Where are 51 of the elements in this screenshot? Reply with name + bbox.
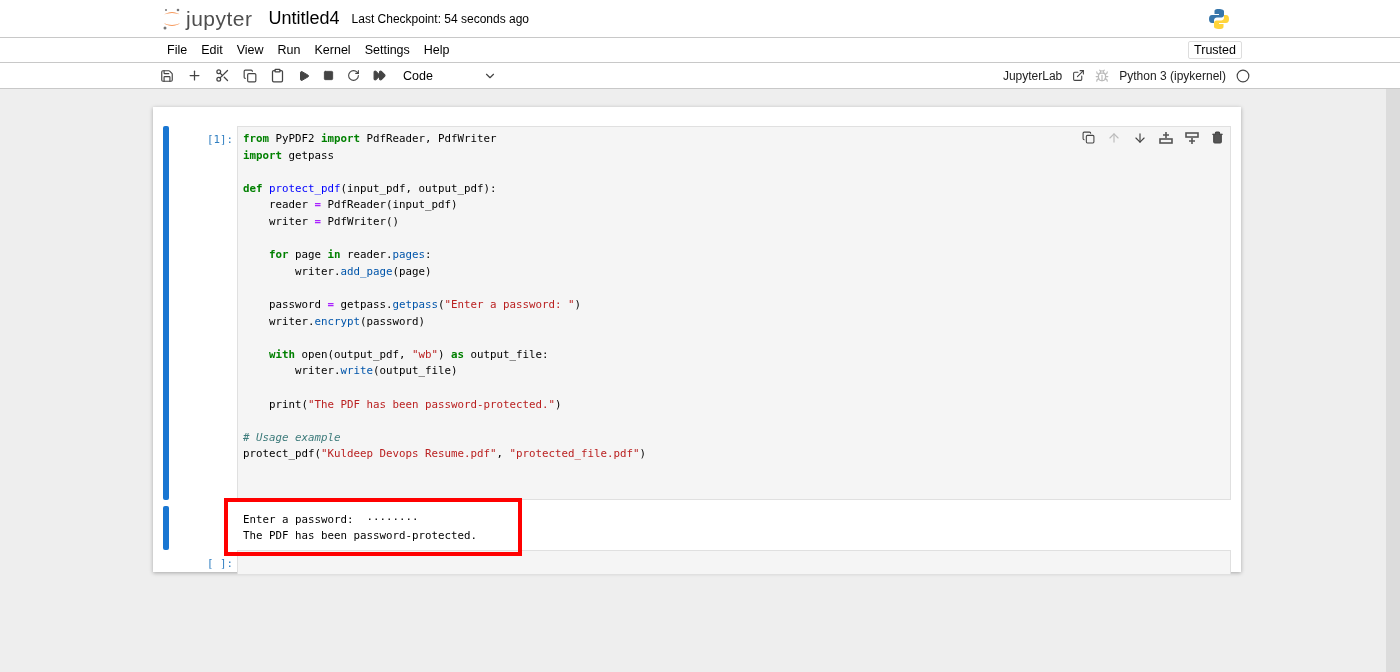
scissors-icon[interactable] xyxy=(215,68,230,83)
python-logo-icon xyxy=(1208,7,1230,30)
save-icon[interactable] xyxy=(160,68,174,83)
code-line: writer.add_page(page) xyxy=(294,263,432,280)
kernel-name[interactable]: Python 3 (ipykernel) xyxy=(1119,68,1226,83)
output-line: The PDF has been password-protected. xyxy=(243,528,478,545)
code-line: reader = PdfReader(input_pdf) xyxy=(268,197,458,214)
code-line: import getpass xyxy=(243,147,335,164)
code-cell-input[interactable] xyxy=(237,550,1231,576)
code-cell-input[interactable] xyxy=(237,126,1231,501)
notebook-title[interactable]: Untitled4 xyxy=(268,8,340,29)
code-line: writer = PdfWriter() xyxy=(268,213,400,230)
jupyter-logo-icon xyxy=(162,6,182,31)
trash-icon[interactable] xyxy=(1211,131,1224,145)
external-link-icon[interactable] xyxy=(1072,69,1086,82)
jupyterlab-link[interactable]: JupyterLab xyxy=(1002,68,1063,83)
code-line: writer.encrypt(password) xyxy=(268,313,426,330)
menu-item[interactable]: Kernel xyxy=(307,43,358,57)
duplicate-icon[interactable] xyxy=(1082,131,1095,145)
code-line: protect_pdf("Kuldeep Devops Resume.pdf", "protected_file.pdf") xyxy=(243,446,647,463)
code-line: from PyPDF2 import PdfReader, PdfWriter xyxy=(243,131,497,147)
play-icon[interactable] xyxy=(298,69,310,82)
execution-prompt: [ ]: xyxy=(206,556,233,571)
menu-item[interactable]: View xyxy=(229,43,271,57)
code-line: writer.write(output_file) xyxy=(294,363,458,380)
trusted-indicator[interactable]: Trusted xyxy=(1188,41,1242,59)
menu-item[interactable]: Edit xyxy=(194,43,230,57)
plus-icon[interactable] xyxy=(187,68,202,83)
copy-icon[interactable] xyxy=(243,68,257,83)
code-line: print("The PDF has been password-protected.") xyxy=(268,396,562,413)
arrow-down-icon[interactable] xyxy=(1133,131,1147,145)
logo-text: jupyter xyxy=(186,6,253,31)
clipboard-icon[interactable] xyxy=(270,68,285,83)
code-line: with open(output_pdf, "wb") as output_file: xyxy=(268,346,549,363)
execution-prompt: [1]: xyxy=(206,132,233,146)
cell-type-select[interactable]: Code xyxy=(403,68,497,83)
insert-below-icon xyxy=(1185,131,1199,145)
stop-icon[interactable] xyxy=(323,70,334,81)
fast-forward-icon[interactable] xyxy=(373,69,386,82)
code-line: password = getpass.getpass("Enter a password: ") xyxy=(268,296,582,313)
menu-item[interactable]: Run xyxy=(270,43,308,57)
checkpoint-status: Last Checkpoint: 54 seconds ago xyxy=(351,11,531,26)
insert-above-icon xyxy=(1159,131,1173,145)
code-line: for page in reader.pages: xyxy=(268,247,432,264)
menu-item[interactable]: Settings xyxy=(357,43,417,57)
output-line: Enter a password: ········ xyxy=(243,512,420,529)
menu-item[interactable]: Help xyxy=(416,43,457,57)
code-line: def protect_pdf(input_pdf, output_pdf): xyxy=(243,180,497,197)
menu-item[interactable]: File xyxy=(160,43,195,57)
restart-icon[interactable] xyxy=(347,69,360,82)
code-line: # Usage example xyxy=(243,429,341,446)
